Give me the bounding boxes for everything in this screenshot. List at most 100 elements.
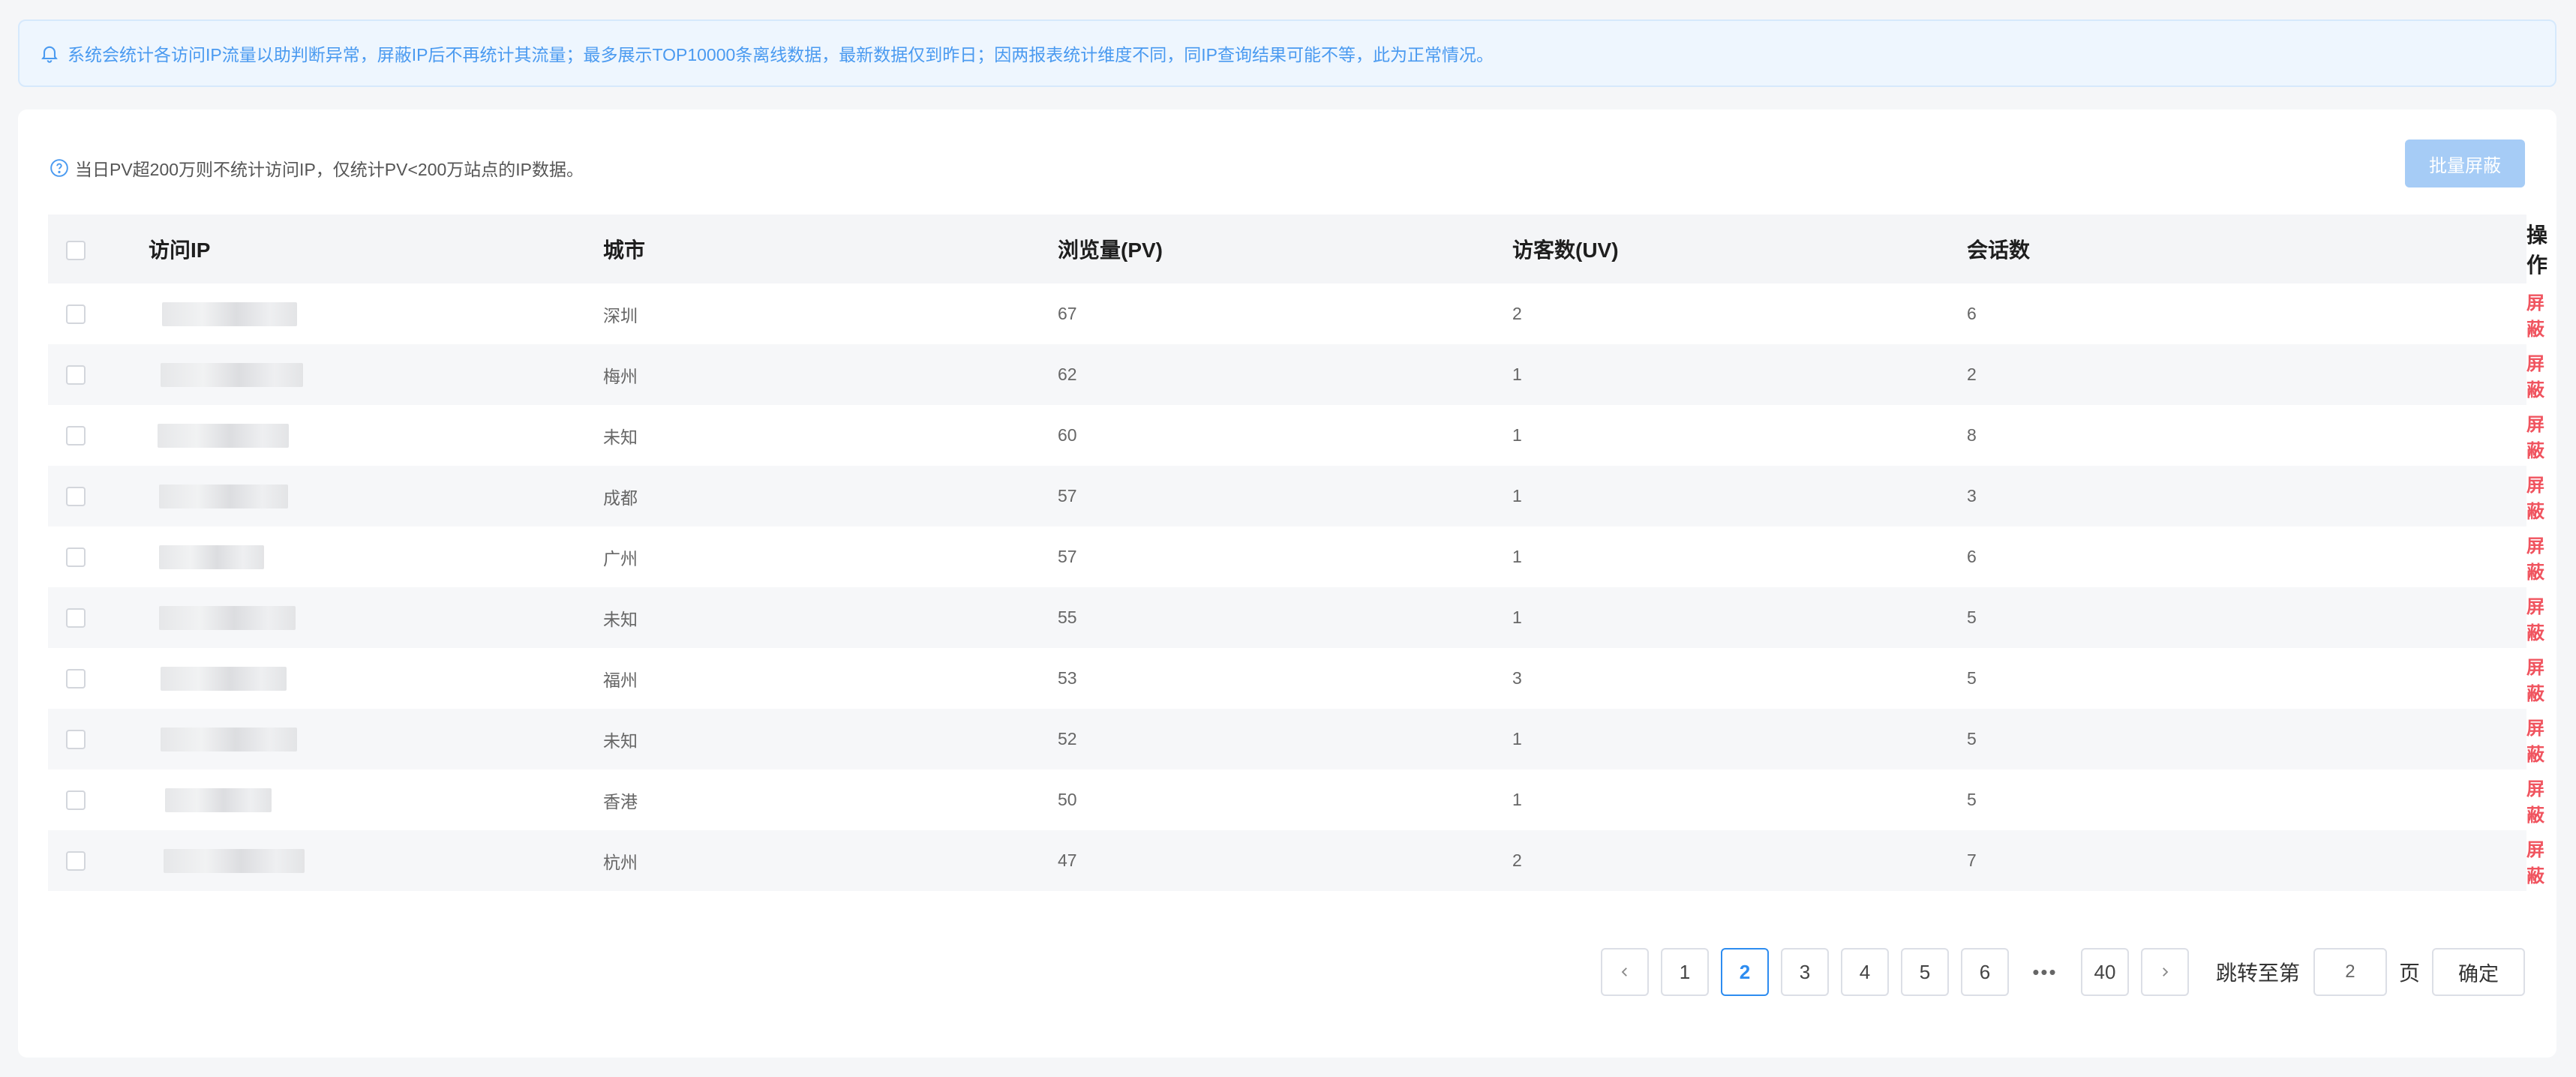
pv-cell: 57: [1058, 547, 1077, 566]
chevron-left-icon: [1621, 968, 1627, 976]
pv-cell: 50: [1058, 790, 1077, 809]
ip-stats-card: 当日PV超200万则不统计访问IP，仅统计PV<200万站点的IP数据。 批量屏…: [18, 110, 2556, 1058]
ip-cell: [149, 284, 603, 344]
block-ip-link[interactable]: 屏蔽: [2526, 779, 2544, 826]
city-cell: 未知: [603, 609, 638, 629]
row-checkbox[interactable]: [66, 304, 86, 325]
pv-cell: 57: [1058, 486, 1077, 506]
pagination: 1 2 3 4 5 6 ••• 40 跳转至第 页 确定: [1589, 948, 2525, 996]
city-cell: 成都: [603, 488, 638, 508]
city-cell: 深圳: [603, 305, 638, 326]
uv-cell: 1: [1512, 547, 1522, 566]
city-cell: 杭州: [603, 852, 638, 872]
ip-redacted: [159, 484, 288, 508]
block-ip-link[interactable]: 屏蔽: [2526, 293, 2544, 340]
block-ip-link[interactable]: 屏蔽: [2526, 840, 2544, 886]
pv-cell: 55: [1058, 608, 1077, 627]
header-city[interactable]: 城市: [603, 214, 1058, 284]
pv-cell: 62: [1058, 364, 1077, 384]
notice-text: 系统会统计各访问IP流量以助判断异常，屏蔽IP后不再统计其流量；最多展示TOP1…: [68, 45, 1494, 64]
page-6-button[interactable]: 6: [1960, 948, 2009, 996]
table-row: 广州 57 1 6 屏蔽: [48, 526, 2544, 587]
city-cell: 未知: [603, 427, 638, 447]
ip-cell: [149, 587, 603, 648]
table-row: 福州 53 3 5 屏蔽: [48, 648, 2544, 709]
header-ip[interactable]: 访问IP: [149, 214, 603, 284]
uv-cell: 1: [1512, 486, 1522, 506]
pv-cell: 67: [1058, 304, 1077, 323]
page-2-button[interactable]: 2: [1720, 948, 1769, 996]
row-checkbox[interactable]: [66, 365, 86, 386]
page-4-button[interactable]: 4: [1840, 948, 1889, 996]
block-ip-link[interactable]: 屏蔽: [2526, 415, 2544, 461]
ip-redacted: [162, 302, 297, 326]
header-uv[interactable]: 访客数(UV): [1512, 214, 1967, 284]
sessions-cell: 6: [1967, 547, 1977, 566]
pv-tip-text: 当日PV超200万则不统计访问IP，仅统计PV<200万站点的IP数据。: [75, 160, 584, 179]
ip-redacted: [159, 605, 296, 630]
row-checkbox[interactable]: [66, 790, 86, 811]
city-cell: 香港: [603, 791, 638, 812]
pv-cell: 53: [1058, 668, 1077, 688]
page-last-button[interactable]: 40: [2080, 948, 2129, 996]
page-5-button[interactable]: 5: [1900, 948, 1949, 996]
row-checkbox[interactable]: [66, 851, 86, 872]
page-3-button[interactable]: 3: [1780, 948, 1829, 996]
uv-cell: 1: [1512, 425, 1522, 445]
header-sessions[interactable]: 会话数: [1967, 214, 2526, 284]
city-cell: 福州: [603, 670, 638, 690]
jump-label: 跳转至第: [2215, 962, 2300, 985]
question-circle-icon: [50, 159, 68, 177]
ip-redacted: [161, 666, 287, 691]
block-ip-link[interactable]: 屏蔽: [2526, 597, 2544, 644]
pv-cell: 47: [1058, 850, 1077, 870]
sessions-cell: 5: [1967, 790, 1977, 809]
table-row: 未知 55 1 5 屏蔽: [48, 587, 2544, 648]
header-pv[interactable]: 浏览量(PV): [1058, 214, 1512, 284]
jump-page-input[interactable]: [2313, 948, 2387, 996]
ip-redacted: [165, 788, 272, 812]
select-all-checkbox[interactable]: [66, 240, 86, 260]
ip-redacted: [159, 544, 264, 569]
row-checkbox[interactable]: [66, 608, 86, 628]
block-ip-link[interactable]: 屏蔽: [2526, 718, 2544, 765]
uv-cell: 3: [1512, 668, 1522, 688]
row-checkbox[interactable]: [66, 548, 86, 568]
ip-table: 访问IP 城市 浏览量(PV) 访客数(UV) 会话数 操作 深圳 67 2 6 屏蔽梅…: [48, 214, 2547, 891]
row-checkbox[interactable]: [66, 730, 86, 750]
ip-redacted: [161, 362, 303, 387]
bell-icon: [41, 46, 58, 63]
pv-cell: 60: [1058, 425, 1077, 445]
uv-cell: 2: [1512, 304, 1522, 323]
block-ip-link[interactable]: 屏蔽: [2526, 536, 2544, 583]
sessions-cell: 6: [1967, 304, 1977, 323]
ip-redacted: [158, 423, 289, 448]
block-ip-link[interactable]: 屏蔽: [2526, 476, 2544, 522]
row-checkbox[interactable]: [66, 669, 86, 689]
ip-cell: [149, 405, 603, 466]
sessions-cell: 7: [1967, 850, 1977, 870]
more-pages-ellipsis[interactable]: •••: [2020, 948, 2069, 996]
table-row: 未知 52 1 5 屏蔽: [48, 709, 2544, 770]
prev-page-button[interactable]: [1600, 948, 1649, 996]
confirm-jump-button[interactable]: 确定: [2432, 948, 2525, 996]
row-checkbox[interactable]: [66, 487, 86, 507]
block-ip-link[interactable]: 屏蔽: [2526, 658, 2544, 704]
table-row: 成都 57 1 3 屏蔽: [48, 466, 2544, 526]
ip-redacted: [161, 727, 297, 752]
table-row: 杭州 47 2 7 屏蔽: [48, 830, 2544, 891]
batch-block-button[interactable]: 批量屏蔽: [2405, 140, 2525, 188]
block-ip-link[interactable]: 屏蔽: [2526, 354, 2544, 400]
ip-cell: [149, 648, 603, 709]
page-1-button[interactable]: 1: [1660, 948, 1709, 996]
uv-cell: 1: [1512, 364, 1522, 384]
table-header-row: 访问IP 城市 浏览量(PV) 访客数(UV) 会话数 操作: [48, 214, 2547, 284]
next-page-button[interactable]: [2140, 948, 2189, 996]
uv-cell: 1: [1512, 608, 1522, 627]
ip-cell: [149, 709, 603, 770]
notice-banner: 系统会统计各访问IP流量以助判断异常，屏蔽IP后不再统计其流量；最多展示TOP1…: [18, 20, 2556, 87]
row-checkbox[interactable]: [66, 426, 86, 446]
ip-redacted: [164, 848, 305, 873]
city-cell: 梅州: [603, 366, 638, 386]
pv-cell: 52: [1058, 729, 1077, 748]
